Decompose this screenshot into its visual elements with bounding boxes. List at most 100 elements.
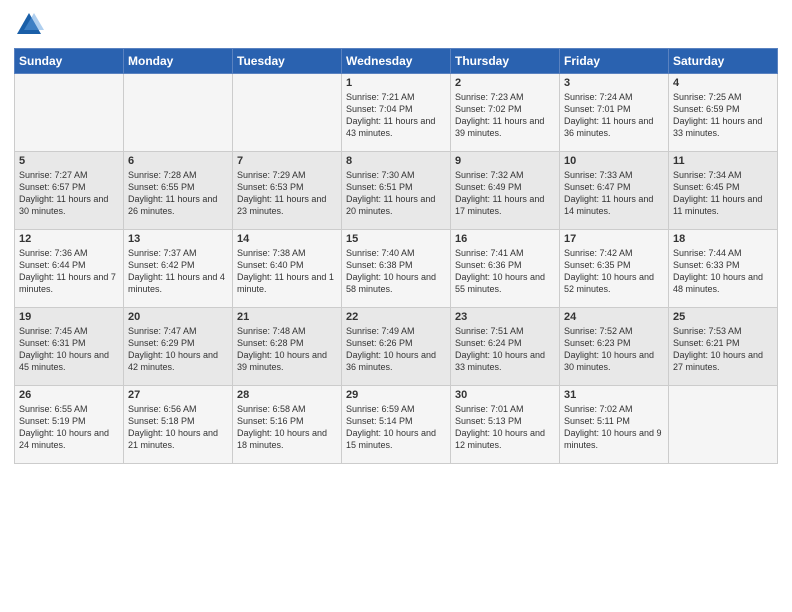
header-cell-monday: Monday	[124, 49, 233, 74]
day-number: 23	[455, 311, 555, 323]
day-number: 4	[673, 77, 773, 89]
cell-content: Sunrise: 6:55 AM Sunset: 5:19 PM Dayligh…	[19, 403, 119, 452]
day-number: 7	[237, 155, 337, 167]
cell-content: Sunrise: 7:48 AM Sunset: 6:28 PM Dayligh…	[237, 325, 337, 374]
calendar-cell	[15, 74, 124, 152]
calendar-cell: 29Sunrise: 6:59 AM Sunset: 5:14 PM Dayli…	[342, 386, 451, 464]
day-number: 3	[564, 77, 664, 89]
cell-content: Sunrise: 7:23 AM Sunset: 7:02 PM Dayligh…	[455, 91, 555, 140]
day-number: 17	[564, 233, 664, 245]
cell-content: Sunrise: 7:42 AM Sunset: 6:35 PM Dayligh…	[564, 247, 664, 296]
calendar-cell: 7 Sunrise: 7:29 AM Sunset: 6:53 PM Daylig…	[233, 152, 342, 230]
calendar-cell	[233, 74, 342, 152]
calendar-cell: 14 Sunrise: 7:38 AM Sunset: 6:40 PM Dayli…	[233, 230, 342, 308]
day-number: 31	[564, 389, 664, 401]
header-cell-wednesday: Wednesday	[342, 49, 451, 74]
calendar-cell: 23 Sunrise: 7:51 AM Sunset: 6:24 PM Dayli…	[451, 308, 560, 386]
cell-content: Sunrise: 7:30 AM Sunset: 6:51 PM Dayligh…	[346, 169, 446, 218]
cell-content: Sunrise: 7:51 AM Sunset: 6:24 PM Dayligh…	[455, 325, 555, 374]
calendar-cell	[124, 74, 233, 152]
day-number: 1	[346, 77, 446, 89]
day-number: 6	[128, 155, 228, 167]
week-row-3: 19 Sunrise: 7:45 AM Sunset: 6:31 PM Dayli…	[15, 308, 778, 386]
cell-content: Sunrise: 7:40 AM Sunset: 6:38 PM Dayligh…	[346, 247, 446, 296]
header-cell-tuesday: Tuesday	[233, 49, 342, 74]
day-number: 13	[128, 233, 228, 245]
day-number: 28	[237, 389, 337, 401]
day-number: 10	[564, 155, 664, 167]
calendar-cell: 21 Sunrise: 7:48 AM Sunset: 6:28 PM Dayli…	[233, 308, 342, 386]
day-number: 24	[564, 311, 664, 323]
day-number: 12	[19, 233, 119, 245]
calendar-cell: 31 Sunrise: 7:02 AM Sunset: 5:11 PM Dayli…	[560, 386, 669, 464]
cell-content: Sunrise: 7:24 AM Sunset: 7:01 PM Dayligh…	[564, 91, 664, 140]
calendar-cell: 17 Sunrise: 7:42 AM Sunset: 6:35 PM Dayli…	[560, 230, 669, 308]
calendar-cell: 30 Sunrise: 7:01 AM Sunset: 5:13 PM Dayli…	[451, 386, 560, 464]
cell-content: Sunrise: 7:38 AM Sunset: 6:40 PM Dayligh…	[237, 247, 337, 296]
week-row-4: 26 Sunrise: 6:55 AM Sunset: 5:19 PM Dayli…	[15, 386, 778, 464]
day-number: 29	[346, 389, 446, 401]
cell-content: Sunrise: 7:53 AM Sunset: 6:21 PM Dayligh…	[673, 325, 773, 374]
cell-content: Sunrise: 7:49 AM Sunset: 6:26 PM Dayligh…	[346, 325, 446, 374]
day-number: 20	[128, 311, 228, 323]
cell-content: Sunrise: 6:56 AM Sunset: 5:18 PM Dayligh…	[128, 403, 228, 452]
day-number: 22	[346, 311, 446, 323]
calendar-cell: 20 Sunrise: 7:47 AM Sunset: 6:29 PM Dayli…	[124, 308, 233, 386]
day-number: 14	[237, 233, 337, 245]
cell-content: Sunrise: 7:47 AM Sunset: 6:29 PM Dayligh…	[128, 325, 228, 374]
day-number: 19	[19, 311, 119, 323]
calendar-cell: 18 Sunrise: 7:44 AM Sunset: 6:33 PM Dayli…	[669, 230, 778, 308]
day-number: 16	[455, 233, 555, 245]
calendar-cell: 19 Sunrise: 7:45 AM Sunset: 6:31 PM Dayli…	[15, 308, 124, 386]
cell-content: Sunrise: 7:32 AM Sunset: 6:49 PM Dayligh…	[455, 169, 555, 218]
cell-content: Sunrise: 7:45 AM Sunset: 6:31 PM Dayligh…	[19, 325, 119, 374]
header-cell-saturday: Saturday	[669, 49, 778, 74]
calendar-cell: 11Sunrise: 7:34 AM Sunset: 6:45 PM Dayli…	[669, 152, 778, 230]
calendar-cell: 5 Sunrise: 7:27 AM Sunset: 6:57 PM Daylig…	[15, 152, 124, 230]
calendar-cell: 10 Sunrise: 7:33 AM Sunset: 6:47 PM Dayli…	[560, 152, 669, 230]
logo	[14, 10, 48, 40]
header-cell-sunday: Sunday	[15, 49, 124, 74]
cell-content: Sunrise: 6:58 AM Sunset: 5:16 PM Dayligh…	[237, 403, 337, 452]
page: SundayMondayTuesdayWednesdayThursdayFrid…	[0, 0, 792, 612]
cell-content: Sunrise: 7:28 AM Sunset: 6:55 PM Dayligh…	[128, 169, 228, 218]
calendar-cell: 2Sunrise: 7:23 AM Sunset: 7:02 PM Daylig…	[451, 74, 560, 152]
cell-content: Sunrise: 7:33 AM Sunset: 6:47 PM Dayligh…	[564, 169, 664, 218]
header-cell-friday: Friday	[560, 49, 669, 74]
calendar-cell: 9Sunrise: 7:32 AM Sunset: 6:49 PM Daylig…	[451, 152, 560, 230]
calendar-cell: 24 Sunrise: 7:52 AM Sunset: 6:23 PM Dayli…	[560, 308, 669, 386]
calendar-cell	[669, 386, 778, 464]
cell-content: Sunrise: 7:44 AM Sunset: 6:33 PM Dayligh…	[673, 247, 773, 296]
calendar-cell: 22 Sunrise: 7:49 AM Sunset: 6:26 PM Dayli…	[342, 308, 451, 386]
calendar-cell: 8 Sunrise: 7:30 AM Sunset: 6:51 PM Daylig…	[342, 152, 451, 230]
day-number: 15	[346, 233, 446, 245]
day-number: 30	[455, 389, 555, 401]
calendar-cell: 13 Sunrise: 7:37 AM Sunset: 6:42 PM Dayli…	[124, 230, 233, 308]
day-number: 11	[673, 155, 773, 167]
header	[14, 10, 778, 40]
calendar-cell: 12 Sunrise: 7:36 AM Sunset: 6:44 PM Dayli…	[15, 230, 124, 308]
day-number: 27	[128, 389, 228, 401]
cell-content: Sunrise: 7:25 AM Sunset: 6:59 PM Dayligh…	[673, 91, 773, 140]
cell-content: Sunrise: 7:01 AM Sunset: 5:13 PM Dayligh…	[455, 403, 555, 452]
day-number: 18	[673, 233, 773, 245]
day-number: 26	[19, 389, 119, 401]
day-number: 8	[346, 155, 446, 167]
week-row-0: 1Sunrise: 7:21 AM Sunset: 7:04 PM Daylig…	[15, 74, 778, 152]
day-number: 5	[19, 155, 119, 167]
calendar-header: SundayMondayTuesdayWednesdayThursdayFrid…	[15, 49, 778, 74]
cell-content: Sunrise: 7:02 AM Sunset: 5:11 PM Dayligh…	[564, 403, 664, 452]
cell-content: Sunrise: 7:27 AM Sunset: 6:57 PM Dayligh…	[19, 169, 119, 218]
logo-icon	[14, 10, 44, 40]
calendar-cell: 1Sunrise: 7:21 AM Sunset: 7:04 PM Daylig…	[342, 74, 451, 152]
calendar-body: 1Sunrise: 7:21 AM Sunset: 7:04 PM Daylig…	[15, 74, 778, 464]
cell-content: Sunrise: 7:52 AM Sunset: 6:23 PM Dayligh…	[564, 325, 664, 374]
cell-content: Sunrise: 7:37 AM Sunset: 6:42 PM Dayligh…	[128, 247, 228, 296]
cell-content: Sunrise: 7:36 AM Sunset: 6:44 PM Dayligh…	[19, 247, 119, 296]
cell-content: Sunrise: 7:29 AM Sunset: 6:53 PM Dayligh…	[237, 169, 337, 218]
calendar-cell: 27 Sunrise: 6:56 AM Sunset: 5:18 PM Dayli…	[124, 386, 233, 464]
day-number: 21	[237, 311, 337, 323]
week-row-1: 5 Sunrise: 7:27 AM Sunset: 6:57 PM Daylig…	[15, 152, 778, 230]
calendar-cell: 26 Sunrise: 6:55 AM Sunset: 5:19 PM Dayli…	[15, 386, 124, 464]
calendar-cell: 6 Sunrise: 7:28 AM Sunset: 6:55 PM Daylig…	[124, 152, 233, 230]
